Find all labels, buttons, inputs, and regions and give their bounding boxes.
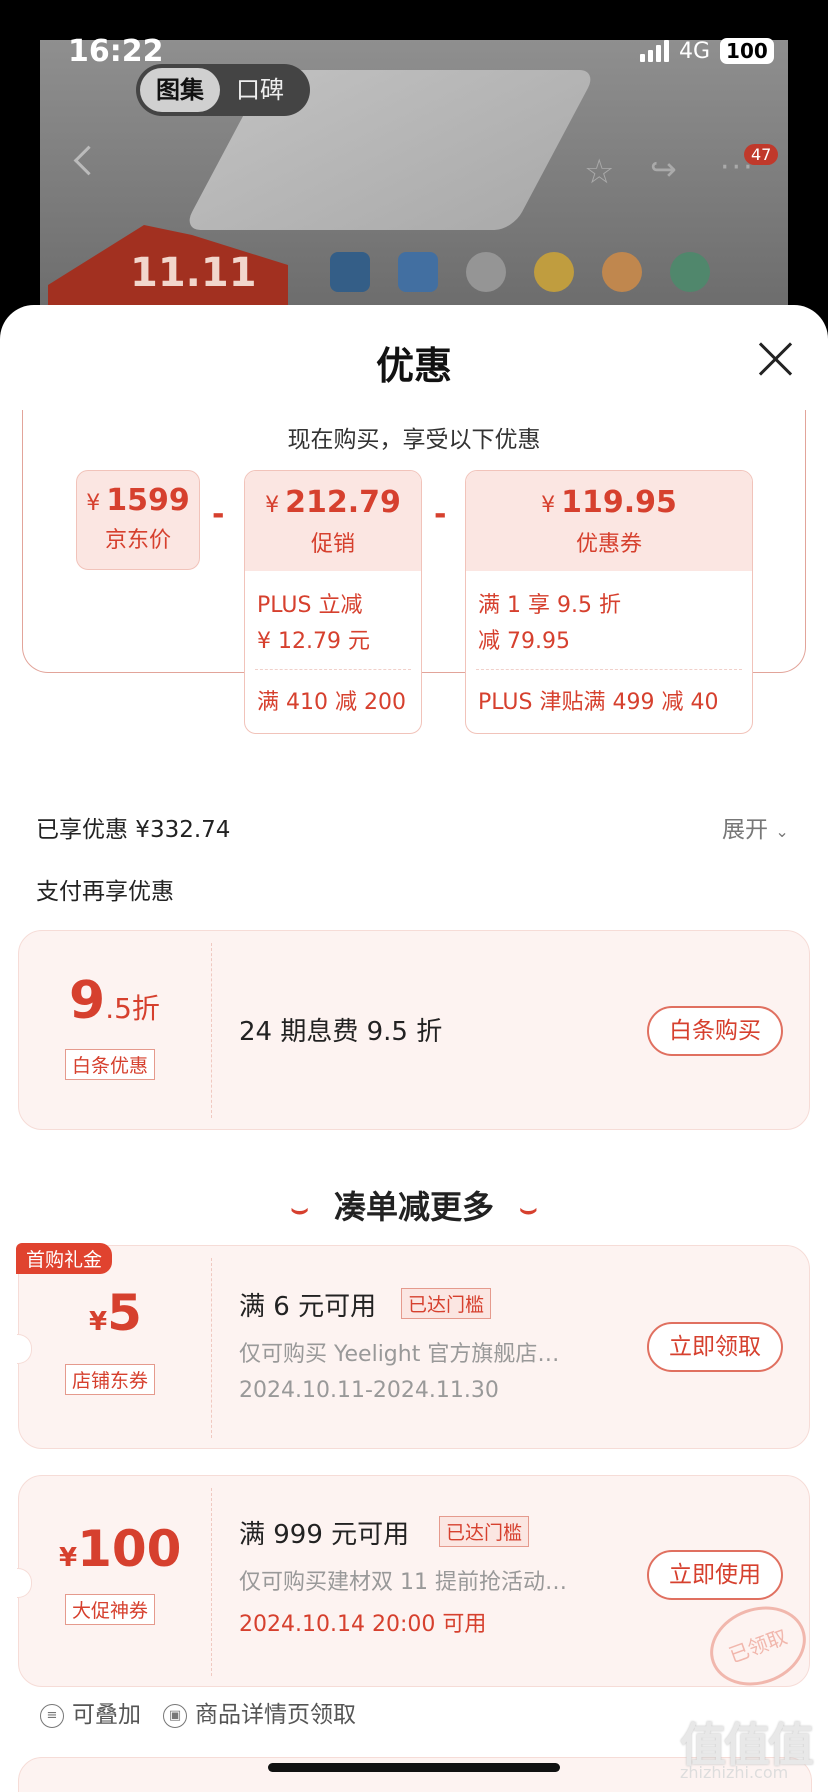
reader-icon bbox=[330, 252, 370, 292]
bulb-icon bbox=[602, 252, 642, 292]
pay-more-heading: 支付再享优惠 bbox=[36, 879, 174, 905]
first-purchase-ribbon: 首购礼金 bbox=[16, 1243, 113, 1274]
baitiao-discount-small: .5折 bbox=[105, 992, 160, 1025]
currency-symbol: ¥ bbox=[59, 1543, 78, 1573]
jd-price-label: 京东价 bbox=[104, 528, 171, 553]
currency-symbol: ¥ bbox=[89, 1307, 108, 1337]
home-indicator[interactable] bbox=[268, 1763, 560, 1772]
promotion-amount: 212.79 bbox=[285, 485, 401, 520]
promotion-detail: 满 410 减 200 bbox=[257, 690, 406, 715]
tab-gallery[interactable]: 图集 bbox=[140, 68, 220, 112]
baitiao-buy-button[interactable]: 白条购买 bbox=[647, 1006, 783, 1056]
smile-icon: ⌣ bbox=[519, 1192, 538, 1225]
signal-icon bbox=[640, 40, 669, 62]
battery-icon: 100 bbox=[720, 38, 774, 64]
stackable-note: ≡ 可叠加 bbox=[40, 1695, 141, 1729]
coupon-date: 2024.10.11-2024.11.30 bbox=[239, 1378, 499, 1403]
baitiao-discount: 9.5折 bbox=[69, 971, 160, 1031]
coupon-label: 优惠券 bbox=[575, 532, 642, 557]
coupon-amount: 5 bbox=[107, 1284, 142, 1342]
coupon-detail: PLUS 津贴满 499 减 40 bbox=[478, 690, 719, 715]
coupon-value: ¥5 bbox=[89, 1284, 142, 1342]
coupon-notes: ≡ 可叠加 ▣ 商品详情页领取 bbox=[40, 1695, 356, 1729]
coupon-detail: 满 1 享 9.5 折 bbox=[478, 593, 621, 618]
coupon-amount: 100 bbox=[77, 1520, 182, 1578]
claim-source-label: 商品详情页领取 bbox=[195, 1702, 356, 1728]
coupon-desc: 仅可购买 Yeelight 官方旗舰店… bbox=[239, 1342, 560, 1367]
stack-icon: ≡ bbox=[40, 1703, 64, 1728]
threshold-badge: 已达门槛 bbox=[439, 1516, 530, 1547]
dashed-divider bbox=[476, 669, 742, 670]
coupon-title: 满 999 元可用 bbox=[239, 1520, 410, 1550]
use-now-button[interactable]: 立即使用 bbox=[647, 1550, 783, 1600]
dashed-divider bbox=[211, 1488, 212, 1676]
jd-price-amount: 1599 bbox=[106, 483, 190, 518]
ticket-notch bbox=[17, 1568, 32, 1598]
currency-symbol: ¥ bbox=[86, 491, 101, 516]
sheet-title: 优惠 bbox=[375, 344, 452, 388]
expand-button[interactable]: 展开 ⌄ bbox=[722, 810, 789, 844]
network-type: 4G bbox=[679, 38, 711, 64]
claim-now-button[interactable]: 立即领取 bbox=[647, 1322, 783, 1372]
minus-sign: - bbox=[212, 497, 225, 532]
claimed-stamp: 已领取 bbox=[698, 1593, 818, 1699]
enjoyed-discount: 已享优惠 ¥332.74 bbox=[36, 817, 231, 843]
dashed-divider bbox=[211, 1258, 212, 1438]
message-count-badge: 47 bbox=[744, 144, 779, 165]
coupon-value: ¥100 bbox=[59, 1520, 181, 1578]
tab-reviews[interactable]: 口碑 bbox=[220, 68, 300, 112]
close-icon[interactable] bbox=[756, 339, 796, 379]
dashed-divider bbox=[211, 943, 212, 1118]
minus-sign: - bbox=[434, 497, 447, 532]
coupon-card: ¥100 大促神券 满 999 元可用 已达门槛 仅可购买建材双 11 提前抢活… bbox=[17, 1475, 818, 1699]
stackable-label: 可叠加 bbox=[72, 1702, 141, 1728]
coupon-title: 满 6 元可用 bbox=[239, 1292, 377, 1322]
coupon-detail: 减 79.95 bbox=[478, 629, 570, 654]
watermark-url: zhizhizhi.com bbox=[680, 1763, 789, 1782]
chevron-down-icon: ⌄ bbox=[775, 822, 789, 841]
promotion-label: 促销 bbox=[310, 532, 355, 557]
more-discounts-heading: ⌣ 凑单减更多 ⌣ bbox=[0, 1182, 828, 1228]
coupon-card: ¥5 店铺东券 满 6 元可用 已达门槛 仅可购买 Yeelight 官方旗舰店… bbox=[17, 1245, 810, 1449]
cri97-icon bbox=[466, 252, 506, 292]
coupon-desc: 仅可购买建材双 11 提前抢活动… bbox=[239, 1570, 567, 1595]
share-icon[interactable]: ↪ bbox=[650, 150, 677, 188]
sun-icon bbox=[534, 252, 574, 292]
claim-source-note: ▣ 商品详情页领取 bbox=[163, 1695, 356, 1729]
coupon-total-amount: 119.95 bbox=[561, 485, 677, 520]
star-icon[interactable]: ☆ bbox=[584, 152, 614, 192]
promotion-detail: PLUS 立减 bbox=[257, 593, 363, 618]
dashed-divider bbox=[255, 669, 411, 670]
ticket-notch bbox=[17, 1334, 32, 1364]
coupon-breakdown-card: ¥119.95 优惠券 满 1 享 9.5 折 减 79.95 PLUS 津贴满… bbox=[465, 470, 753, 734]
jd-price-chip: ¥1599 京东价 bbox=[76, 470, 200, 570]
baitiao-tag: 白条优惠 bbox=[65, 1049, 156, 1080]
status-right: 4G 100 bbox=[640, 38, 774, 64]
coupon-date: 2024.10.14 20:00 可用 bbox=[239, 1612, 487, 1637]
baitiao-desc: 24 期息费 9.5 折 bbox=[239, 1017, 443, 1047]
more-discounts-title: 凑单减更多 bbox=[333, 1188, 494, 1226]
smile-icon: ⌣ bbox=[290, 1192, 309, 1225]
discount-subtitle: 现在购买，享受以下优惠 bbox=[287, 427, 541, 453]
currency-symbol: ¥ bbox=[265, 493, 280, 518]
threshold-badge: 已达门槛 bbox=[401, 1288, 492, 1319]
status-time: 16:22 bbox=[68, 34, 164, 69]
coupon-type-tag: 店铺东券 bbox=[65, 1364, 156, 1395]
expand-label: 展开 bbox=[722, 817, 768, 843]
currency-symbol: ¥ bbox=[541, 493, 556, 518]
feature-icons bbox=[330, 252, 710, 292]
baitiao-discount-big: 9 bbox=[69, 971, 106, 1031]
iec-icon bbox=[398, 252, 438, 292]
double11-label: 11.11 bbox=[130, 250, 257, 296]
promotion-detail: ¥ 12.79 元 bbox=[257, 629, 370, 654]
discount-sheet: 优惠 现在购买，享受以下优惠 ¥1599 京东价 - ¥212.79 促销 PL… bbox=[0, 305, 828, 1792]
eye-care-icon bbox=[670, 252, 710, 292]
baitiao-offer-card: 9.5折 白条优惠 24 期息费 9.5 折 白条购买 bbox=[18, 930, 810, 1130]
promotion-card: ¥212.79 促销 PLUS 立减 ¥ 12.79 元 满 410 减 200 bbox=[244, 470, 422, 734]
gallery-tabs: 图集 口碑 bbox=[136, 64, 310, 116]
ticket-icon: ▣ bbox=[163, 1703, 187, 1728]
coupon-type-tag: 大促神券 bbox=[65, 1594, 156, 1625]
